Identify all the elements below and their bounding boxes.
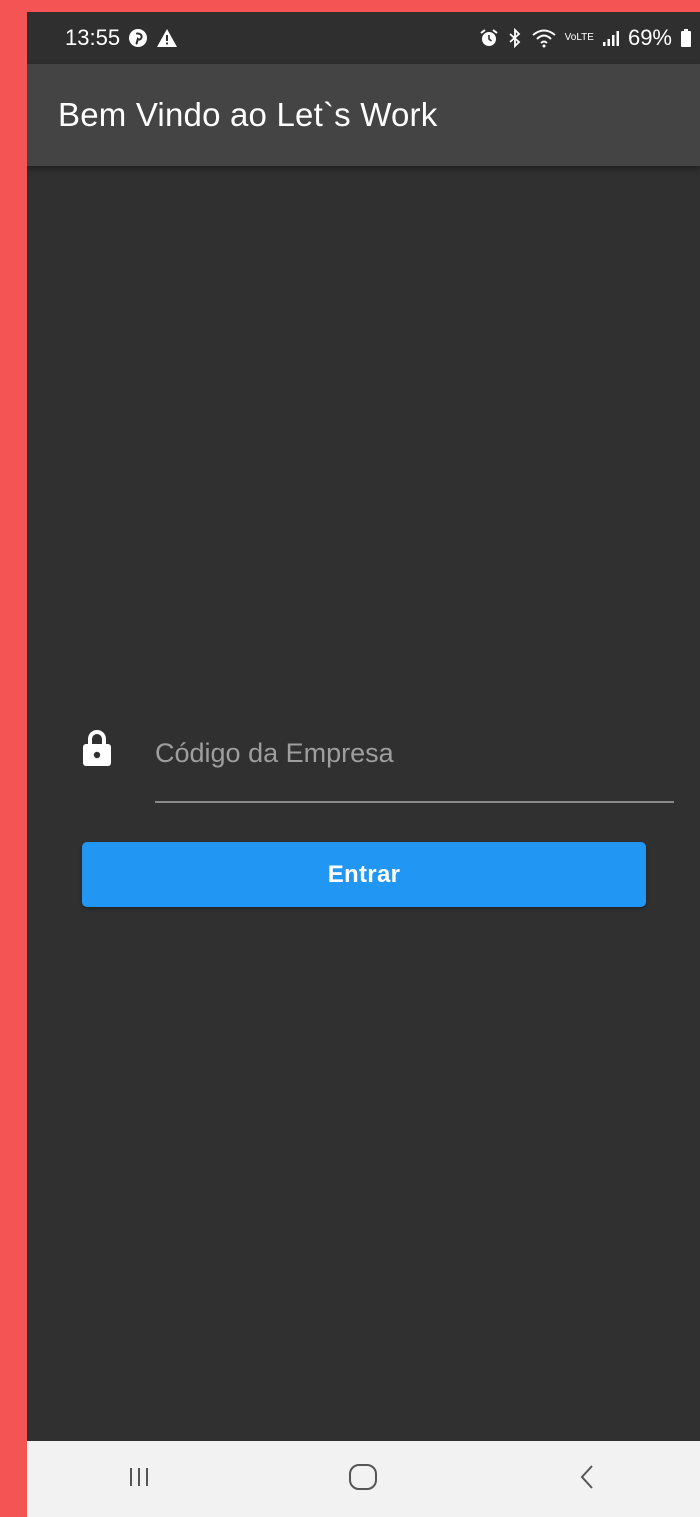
warning-icon	[156, 28, 178, 48]
recent-apps-button[interactable]	[99, 1449, 179, 1509]
home-button[interactable]	[323, 1449, 403, 1509]
status-bar-right: VoLTE 69%	[479, 25, 692, 51]
back-icon	[573, 1462, 603, 1497]
status-bar: 13:55 VoLTE 69%	[27, 12, 700, 64]
home-icon	[346, 1460, 380, 1499]
system-nav-bar	[27, 1441, 700, 1517]
battery-icon	[680, 28, 692, 48]
company-code-input[interactable]	[155, 712, 674, 803]
phone-screen: 13:55 VoLTE 69% Bem Vindo ao Let`s Work …	[27, 12, 700, 1517]
bluetooth-icon	[507, 28, 523, 48]
company-code-field-row	[82, 712, 674, 807]
signal-icon	[602, 29, 620, 47]
alarm-icon	[479, 28, 499, 48]
volte-label: VoLTE	[564, 32, 594, 43]
recent-apps-icon	[124, 1462, 154, 1497]
status-bar-left: 13:55	[65, 25, 178, 51]
status-time: 13:55	[65, 25, 121, 50]
enter-button[interactable]: Entrar	[82, 842, 646, 907]
back-button[interactable]	[548, 1449, 628, 1509]
app-bar: Bem Vindo ao Let`s Work	[27, 64, 700, 166]
page-title: Bem Vindo ao Let`s Work	[58, 96, 438, 133]
lock-icon	[82, 728, 112, 768]
pinterest-icon	[128, 28, 148, 48]
network-type-label: VoLTE	[565, 33, 594, 43]
battery-percent: 69%	[627, 25, 672, 50]
wifi-icon	[531, 28, 557, 48]
